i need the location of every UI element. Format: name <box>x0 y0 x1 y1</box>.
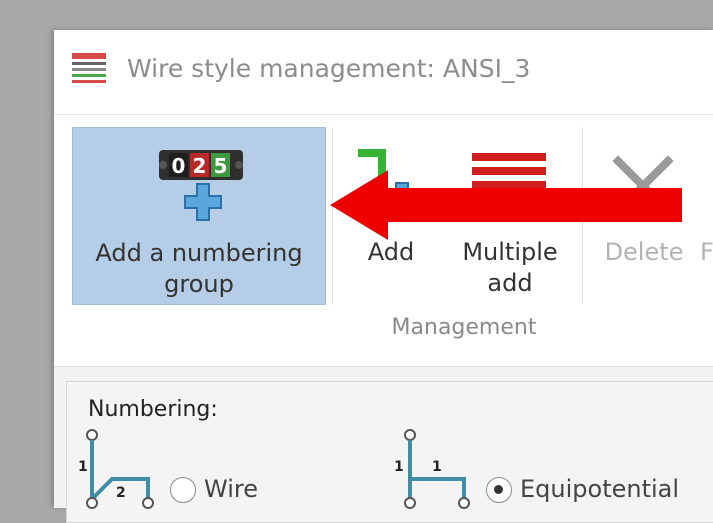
numbering-panel: Numbering: 1 2 Wire 1 1 Equipotential <box>54 366 713 523</box>
diagram-number: 1 <box>394 459 404 475</box>
counter-digit: 2 <box>193 154 207 178</box>
ribbon-separator <box>582 127 583 303</box>
wire-add-icon <box>358 149 421 220</box>
truncated-ribbon-button[interactable]: F <box>700 237 713 268</box>
add-numbering-group-label: Add a numbering group <box>95 239 303 298</box>
equipotential-numbering-diagram-icon: 1 1 <box>394 429 470 509</box>
add-numbering-group-button[interactable]: 0 2 5 Add a numbering group <box>72 127 326 305</box>
equipotential-radio[interactable] <box>486 477 512 503</box>
equipotential-radio-label[interactable]: Equipotential <box>520 475 679 503</box>
numbering-counter-add-icon: 0 2 5 <box>159 150 243 221</box>
add-label: Add <box>367 238 415 266</box>
management-group-label: Management <box>391 315 537 340</box>
ribbon-separator <box>332 127 333 303</box>
delete-label: Delete <box>604 238 684 266</box>
add-button[interactable]: Add <box>346 127 436 303</box>
title-bar: Wire style management: ANSI_3 <box>54 30 713 114</box>
diagram-number: 2 <box>116 485 126 501</box>
counter-digit: 0 <box>172 154 186 178</box>
wire-radio[interactable] <box>170 477 196 503</box>
multiple-wires-add-icon <box>472 153 546 221</box>
wire-numbering-diagram-icon: 1 2 <box>78 429 154 509</box>
delete-x-icon <box>612 155 674 217</box>
multiple-add-label: Multiple add <box>462 238 558 297</box>
numbering-label: Numbering: <box>88 397 218 422</box>
diagram-number: 1 <box>432 459 442 475</box>
wire-style-icon <box>72 53 106 83</box>
counter-digit: 5 <box>214 154 228 178</box>
window-title: Wire style management: ANSI_3 <box>127 54 531 83</box>
delete-button[interactable]: Delete <box>594 127 694 303</box>
multiple-add-button[interactable]: Multiple add <box>446 127 574 303</box>
wire-radio-label[interactable]: Wire <box>204 475 258 503</box>
diagram-number: 1 <box>78 459 88 475</box>
radio-selected-dot <box>494 485 503 494</box>
ribbon-toolbar: 0 2 5 Add a numbering group Add Multiple… <box>54 114 713 367</box>
wire-style-management-window: Wire style management: ANSI_3 0 2 5 Add … <box>54 30 713 523</box>
